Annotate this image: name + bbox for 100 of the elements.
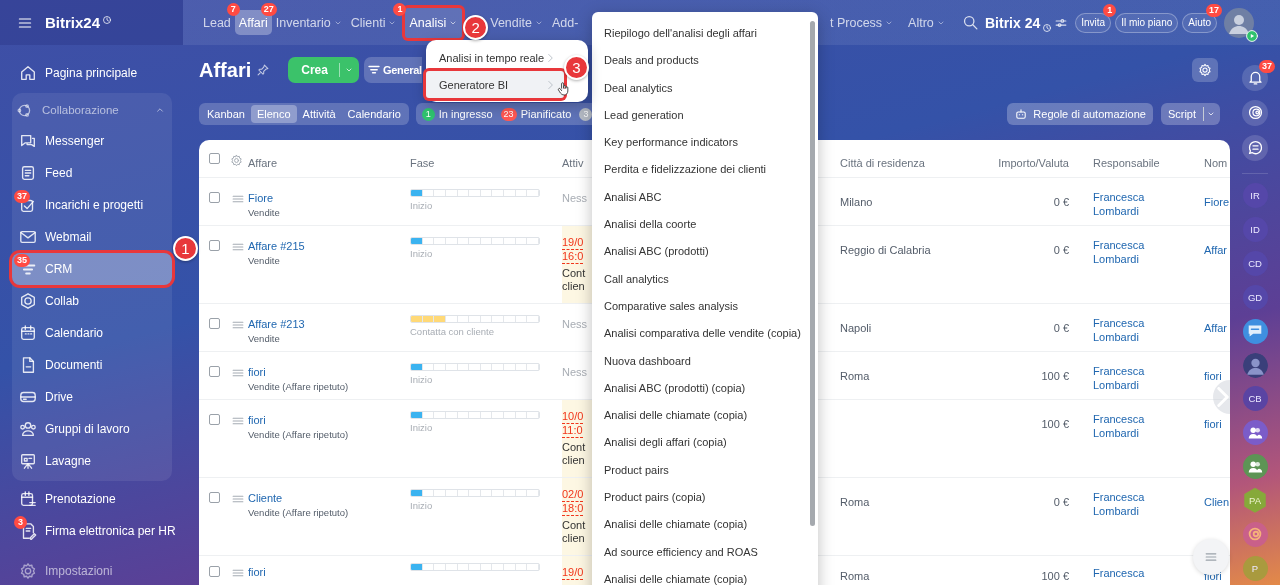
sidebar-item[interactable]: Messenger xyxy=(12,125,172,157)
settings-icon[interactable] xyxy=(230,154,243,167)
user-link[interactable]: Francesca Lombardi xyxy=(1093,412,1163,440)
sidebar-item[interactable]: Collab xyxy=(12,285,172,317)
contact-avatar[interactable]: IR xyxy=(1242,183,1268,209)
checkbox[interactable] xyxy=(209,492,220,503)
menu-item[interactable]: Analisi ABC xyxy=(592,190,810,219)
menu-item[interactable]: Analisi della coorte xyxy=(592,218,810,246)
sidebar-item[interactable]: Documenti xyxy=(12,349,172,381)
deadline-link[interactable]: 02/0 xyxy=(562,488,584,502)
menu-item[interactable]: Ad source efficiency and ROAS xyxy=(592,545,810,573)
stage-bar[interactable] xyxy=(410,563,540,571)
user-link[interactable]: Francesca xyxy=(1093,566,1163,580)
stage-bar[interactable] xyxy=(410,237,540,245)
contact-avatar[interactable]: CD xyxy=(1242,251,1268,277)
sidebar-item[interactable]: 35 CRM xyxy=(12,253,172,285)
chat-avatar[interactable] xyxy=(1242,318,1268,344)
deadline-link[interactable]: 16:0 xyxy=(562,250,584,264)
column-header[interactable]: Importo/Valuta xyxy=(998,157,1069,169)
deal-link[interactable]: fiori xyxy=(248,366,266,378)
sidebar-item[interactable]: Pagina principale xyxy=(12,57,172,89)
settings-button[interactable] xyxy=(1192,58,1218,82)
logo[interactable]: Bitrix 24 xyxy=(985,14,1041,31)
counter-label[interactable]: Pianificato xyxy=(520,108,572,120)
deadline-link[interactable]: 19/0 xyxy=(562,236,584,250)
deal-link[interactable]: Affar xyxy=(1204,244,1228,256)
menu-item[interactable]: Call analytics xyxy=(592,272,810,300)
view-tab[interactable]: Calendario xyxy=(341,105,407,123)
chat-button[interactable] xyxy=(1242,134,1268,161)
automation-button[interactable]: Regole di automazione xyxy=(1007,103,1153,125)
logo[interactable]: Bitrix24 xyxy=(45,14,101,31)
nav-tab[interactable]: Analisi xyxy=(405,7,463,38)
checkbox[interactable] xyxy=(209,240,220,251)
counter-label[interactable]: In ingresso xyxy=(438,108,493,120)
menu-item[interactable]: Key performance indicators xyxy=(592,136,810,164)
menu-item[interactable]: Analisi ABC (prodotti) (copia) xyxy=(592,381,810,410)
nav-tab[interactable]: Vendite xyxy=(486,10,548,35)
menu-item[interactable]: Analisi delle chiamate (copia) xyxy=(592,409,810,437)
sidebar-item[interactable]: Gruppi di lavoro xyxy=(12,413,172,445)
nav-tab[interactable]: Add- xyxy=(547,10,583,35)
sidebar-item[interactable]: Feed xyxy=(12,157,172,189)
contact-avatar[interactable]: GD xyxy=(1242,284,1268,310)
header-button[interactable]: Invita xyxy=(1075,12,1112,33)
stage-bar[interactable] xyxy=(410,489,540,497)
menu-item[interactable]: Product pairs (copia) xyxy=(592,491,810,519)
stage-bar[interactable] xyxy=(410,189,540,197)
menu-item[interactable]: Analisi comparativa delle vendite (copia) xyxy=(592,327,810,355)
user-link[interactable]: Francesca Lombardi xyxy=(1093,190,1163,218)
deadline-link[interactable]: 11:0 xyxy=(562,424,583,438)
nav-tab[interactable]: t Process xyxy=(824,10,901,35)
view-tab[interactable]: Kanban xyxy=(201,105,251,123)
column-header[interactable]: Città di residenza xyxy=(840,157,925,169)
checkbox[interactable] xyxy=(209,366,220,377)
stage-bar[interactable] xyxy=(410,411,540,419)
stage-bar[interactable] xyxy=(410,315,540,323)
search-icon[interactable] xyxy=(962,14,979,31)
header-button[interactable]: Il mio piano xyxy=(1115,12,1179,33)
deal-link[interactable]: fiori xyxy=(1204,370,1222,382)
menu-item[interactable]: Analisi delle chiamate (copia) xyxy=(592,518,810,546)
deal-link[interactable]: Cliente xyxy=(248,492,283,504)
sidebar-item[interactable]: 37 Incarichi e progetti xyxy=(12,189,172,221)
nav-tab[interactable]: Altro xyxy=(902,10,952,35)
script-button[interactable]: Script xyxy=(1160,103,1220,125)
menu-item[interactable]: Comparative sales analysis xyxy=(592,299,810,328)
deal-link[interactable]: Fiore xyxy=(248,192,274,204)
menu-item[interactable]: Deals and products xyxy=(592,54,810,82)
deal-link[interactable]: fiori xyxy=(248,566,266,578)
user-link[interactable]: Francesca Lombardi xyxy=(1093,364,1163,392)
menu-item[interactable]: Analisi in tempo reale xyxy=(426,44,564,71)
checkbox[interactable] xyxy=(209,318,220,329)
contact-avatar[interactable]: CB xyxy=(1242,386,1268,412)
menu-item[interactable]: Nuova dashboard xyxy=(592,354,810,382)
checkbox[interactable] xyxy=(209,414,220,425)
deal-link[interactable]: Affare #213 xyxy=(248,318,305,330)
stage-bar[interactable] xyxy=(410,363,540,371)
deal-link[interactable]: Clien xyxy=(1204,496,1230,508)
user-link[interactable]: Francesca Lombardi xyxy=(1093,238,1163,266)
deal-link[interactable]: fiori xyxy=(1204,418,1222,430)
deal-link[interactable]: Fiore xyxy=(1204,196,1230,208)
column-header[interactable]: Attiv xyxy=(562,157,584,169)
menu-item[interactable]: Product pairs xyxy=(592,463,810,492)
pin-icon[interactable] xyxy=(256,63,271,77)
view-tab[interactable]: Attività xyxy=(296,105,342,123)
scrollbar[interactable] xyxy=(810,21,815,526)
deal-link[interactable]: Affar xyxy=(1204,322,1228,334)
user-link[interactable]: Francesca Lombardi xyxy=(1093,490,1163,518)
deal-link[interactable]: fiori xyxy=(248,414,266,426)
menu-item[interactable]: Deal analytics xyxy=(592,81,810,109)
group-avatar[interactable] xyxy=(1242,454,1268,480)
deadline-link[interactable]: 18:0 xyxy=(562,502,584,516)
group-header[interactable]: Collaborazione xyxy=(12,95,172,125)
menu-item[interactable]: Lead generation xyxy=(592,108,810,137)
column-header[interactable]: Fase xyxy=(410,157,435,169)
checkbox[interactable] xyxy=(209,566,220,577)
spiral-avatar[interactable] xyxy=(1242,521,1268,547)
menu-item[interactable]: Perdita e fidelizzazione dei clienti xyxy=(592,163,810,191)
menu-item[interactable]: Analisi degli affari (copia) xyxy=(592,436,810,464)
menu-item[interactable]: Analisi delle chiamate (copia) xyxy=(592,572,810,585)
sidebar-item[interactable]: Webmail xyxy=(12,221,172,253)
contact-avatar[interactable] xyxy=(1242,352,1268,378)
